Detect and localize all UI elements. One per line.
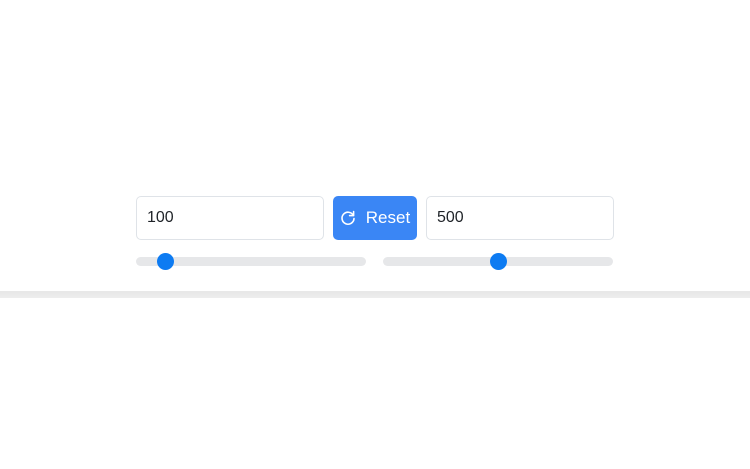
reset-button[interactable]: Reset	[333, 196, 417, 240]
min-slider[interactable]	[136, 253, 366, 270]
page: Reset	[0, 0, 750, 469]
max-value-input[interactable]	[426, 196, 614, 240]
refresh-icon	[340, 210, 356, 226]
reset-button-label: Reset	[365, 208, 411, 227]
range-controls: Reset	[136, 196, 614, 240]
min-slider-thumb[interactable]	[157, 253, 175, 270]
max-slider-thumb[interactable]	[489, 253, 507, 270]
max-slider[interactable]	[383, 253, 613, 270]
section-divider	[0, 291, 750, 298]
min-value-input[interactable]	[136, 196, 324, 240]
